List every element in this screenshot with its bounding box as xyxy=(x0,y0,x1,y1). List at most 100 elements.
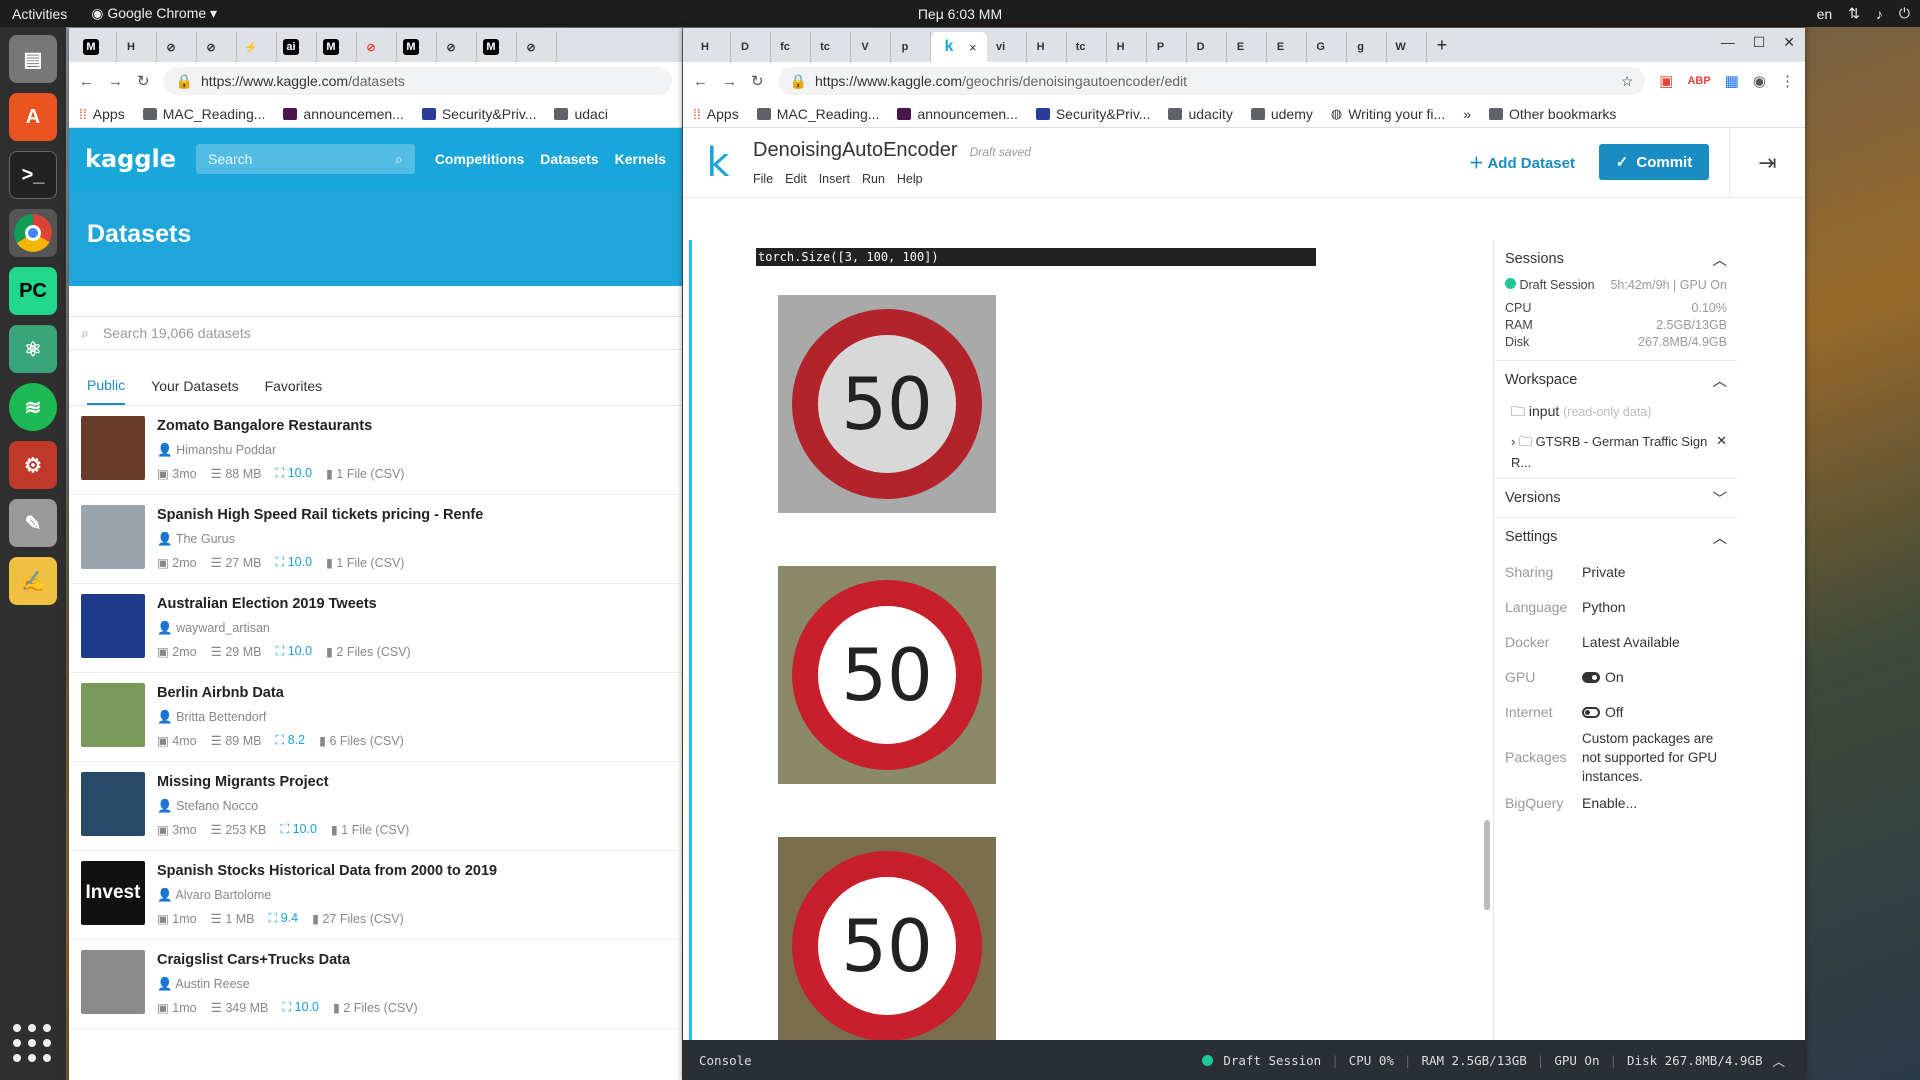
browser-tab[interactable]: g xyxy=(1347,32,1387,62)
browser-tab[interactable]: M xyxy=(397,32,437,62)
notebook-editor[interactable]: torch.Size([3, 100, 100]) 50 50 50 xyxy=(683,240,1494,1080)
browser-tab[interactable]: W xyxy=(1387,32,1427,62)
app-menu[interactable]: ◉ Google Chrome ▾ xyxy=(79,5,229,22)
star-icon[interactable]: ☆ xyxy=(1621,73,1634,90)
menu-help[interactable]: Help xyxy=(897,172,923,186)
browser-tab[interactable]: H xyxy=(1027,32,1067,62)
dataset-title[interactable]: Berlin Airbnb Data xyxy=(157,685,404,701)
browser-tab[interactable]: tc xyxy=(1067,32,1107,62)
back-icon[interactable]: ← xyxy=(693,73,708,90)
chevron-up-icon[interactable]: ︿ xyxy=(1772,1051,1785,1070)
browser-tab[interactable]: ⊘ xyxy=(357,32,397,62)
bookmark-item[interactable]: ◍ Writing your fi... xyxy=(1331,106,1445,122)
kaggle-k-logo[interactable]: k xyxy=(683,140,753,186)
dataset-thumbnail[interactable] xyxy=(81,772,145,836)
dataset-author[interactable]: 👤 Alvaro Bartolome xyxy=(157,888,497,903)
console-label[interactable]: Console xyxy=(699,1053,752,1068)
dataset-author[interactable]: 👤 Himanshu Poddar xyxy=(157,443,404,458)
nav-kernels[interactable]: Kernels xyxy=(615,151,666,167)
address-bar[interactable]: 🔒 https://www.kaggle.com/geochris/denoisi… xyxy=(777,67,1646,95)
bookmark-apps[interactable]: ⁞⁞ Apps xyxy=(79,106,125,122)
reload-icon[interactable]: ↻ xyxy=(137,72,150,90)
add-dataset-button[interactable]: ＋ Add Dataset xyxy=(1469,152,1575,173)
browser-tab[interactable]: ⊘ xyxy=(517,32,557,62)
bookmark-item[interactable]: Security&Priv... xyxy=(421,106,536,122)
nav-competitions[interactable]: Competitions xyxy=(435,151,524,167)
browser-tab[interactable]: P xyxy=(1147,32,1187,62)
dataset-author[interactable]: 👤 The Gurus xyxy=(157,532,483,547)
tab-favorites[interactable]: Favorites xyxy=(265,378,323,394)
browser-tab[interactable]: D xyxy=(1187,32,1227,62)
spotify-icon[interactable]: ≋ xyxy=(9,383,57,431)
chrome-menu-icon[interactable]: ⋮ xyxy=(1780,72,1795,90)
minimize-icon[interactable]: — xyxy=(1721,34,1735,51)
browser-tab[interactable]: H xyxy=(1107,32,1147,62)
versions-section[interactable]: Versions ﹀ xyxy=(1495,479,1737,518)
dataset-author[interactable]: 👤 Stefano Nocco xyxy=(157,799,409,814)
commit-button[interactable]: ✓ Commit xyxy=(1599,144,1709,180)
browser-tab[interactable]: p xyxy=(891,32,931,62)
dataset-item[interactable]: Craigslist Cars+Trucks Data 👤 Austin Ree… xyxy=(69,940,682,1029)
menu-file[interactable]: File xyxy=(753,172,773,186)
nav-datasets[interactable]: Datasets xyxy=(540,151,598,167)
dataset-thumbnail[interactable] xyxy=(81,950,145,1014)
chrome-dock-icon[interactable] xyxy=(9,209,57,257)
language-indicator[interactable]: en xyxy=(1817,6,1833,22)
volume-icon[interactable]: ♪ xyxy=(1876,6,1883,22)
maximize-icon[interactable]: ☐ xyxy=(1753,34,1766,51)
dataset-folder[interactable]: GTSRB - German Traffic Sign R... xyxy=(1511,434,1707,470)
browser-tab[interactable]: k × xyxy=(931,32,987,62)
browser-tab[interactable]: ⊘ xyxy=(197,32,237,62)
close-tab-icon[interactable]: × xyxy=(969,40,977,55)
chevron-up-icon[interactable]: ︿ xyxy=(1713,370,1728,391)
adblock-icon[interactable]: ABP xyxy=(1687,75,1710,87)
remove-icon[interactable]: ✕ xyxy=(1716,433,1727,470)
bookmark-item[interactable]: MAC_Reading... xyxy=(756,106,879,122)
gpu-toggle[interactable]: On xyxy=(1582,669,1624,685)
close-icon[interactable]: ✕ xyxy=(1783,34,1795,51)
browser-tab[interactable]: tc xyxy=(811,32,851,62)
forward-icon[interactable]: → xyxy=(108,73,123,90)
terminal-icon[interactable]: >_ xyxy=(9,151,57,199)
editor-scrollbar[interactable] xyxy=(1484,820,1490,910)
bookmark-other[interactable]: Other bookmarks xyxy=(1489,106,1616,122)
sharing-value[interactable]: Private xyxy=(1582,564,1626,580)
dataset-thumbnail[interactable] xyxy=(81,416,145,480)
back-icon[interactable]: ← xyxy=(79,73,94,90)
browser-tab[interactable]: M xyxy=(477,32,517,62)
software-center-icon[interactable]: A xyxy=(9,93,57,141)
bookmark-item[interactable]: announcemen... xyxy=(283,106,404,122)
browser-tab[interactable]: G xyxy=(1307,32,1347,62)
dataset-author[interactable]: 👤 wayward_artisan xyxy=(157,621,411,636)
browser-tab[interactable]: ai xyxy=(277,32,317,62)
browser-tab[interactable]: H xyxy=(691,32,731,62)
show-apps-icon[interactable] xyxy=(13,1024,53,1064)
pycharm-icon[interactable]: PC xyxy=(9,267,57,315)
tab-public[interactable]: Public xyxy=(87,367,126,405)
menu-insert[interactable]: Insert xyxy=(819,172,850,186)
docker-value[interactable]: Latest Available xyxy=(1582,634,1680,650)
bookmark-item[interactable]: Security&Priv... xyxy=(1035,106,1150,122)
console-bar[interactable]: Console Draft Session | CPU 0% | RAM 2.5GB… xyxy=(683,1040,1805,1080)
dataset-title[interactable]: Spanish High Speed Rail tickets pricing … xyxy=(157,507,483,523)
dataset-item[interactable]: Invest Spanish Stocks Historical Data fro… xyxy=(69,851,682,940)
atom-icon[interactable]: ⚛ xyxy=(9,325,57,373)
dataset-thumbnail[interactable] xyxy=(81,505,145,569)
bookmark-item[interactable]: udacity xyxy=(1168,106,1233,122)
activities-button[interactable]: Activities xyxy=(0,6,79,22)
disk-tool-icon[interactable]: ✎ xyxy=(9,499,57,547)
browser-tab[interactable]: E xyxy=(1267,32,1307,62)
new-tab-icon[interactable]: + xyxy=(1437,35,1448,56)
browser-tab[interactable]: ⚡ xyxy=(237,32,277,62)
browser-tab[interactable]: M xyxy=(317,32,357,62)
files-icon[interactable]: ▤ xyxy=(9,35,57,83)
dataset-search-input[interactable]: ⌕ Search 19,066 datasets xyxy=(69,316,682,350)
dataset-title[interactable]: Spanish Stocks Historical Data from 2000… xyxy=(157,863,497,879)
bookmark-item[interactable]: MAC_Reading... xyxy=(142,106,265,122)
kaggle-search-input[interactable]: Search ⌕ xyxy=(196,144,415,174)
input-folder[interactable]: input xyxy=(1529,403,1559,419)
browser-tab[interactable]: fc xyxy=(771,32,811,62)
dataset-item[interactable]: Zomato Bangalore Restaurants 👤 Himanshu … xyxy=(69,406,682,495)
session-name[interactable]: Draft Session xyxy=(1519,278,1594,292)
internet-toggle[interactable]: Off xyxy=(1582,704,1623,720)
